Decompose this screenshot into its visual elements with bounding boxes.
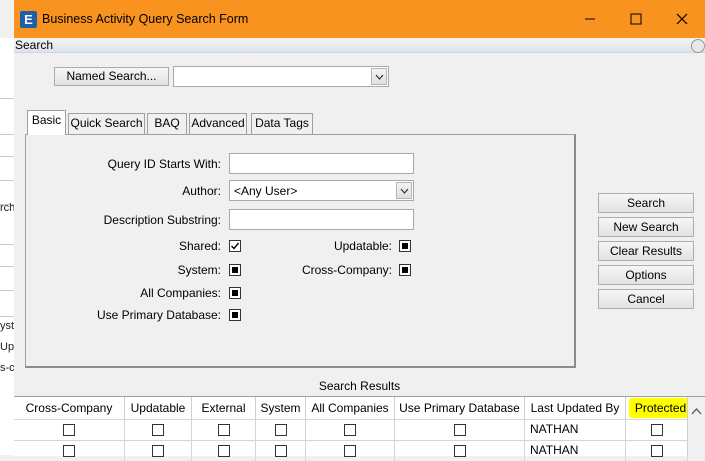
menu-search[interactable]: Search bbox=[15, 38, 53, 52]
tab-data-tags[interactable]: Data Tags bbox=[251, 113, 313, 134]
minimize-icon bbox=[585, 18, 595, 20]
row1-protected[interactable] bbox=[626, 419, 688, 440]
search-results-title: Search Results bbox=[318, 379, 401, 393]
row1-external[interactable] bbox=[192, 419, 256, 440]
menu-bar: Search bbox=[14, 38, 705, 53]
options-button[interactable]: Options bbox=[598, 265, 694, 285]
row1-all-companies[interactable] bbox=[306, 419, 395, 440]
row2-cross-company[interactable] bbox=[14, 440, 125, 461]
column-header-external[interactable]: External bbox=[192, 397, 256, 419]
row2-system[interactable] bbox=[256, 440, 306, 461]
new-search-button[interactable]: New Search bbox=[598, 217, 694, 237]
search-form-window: E Business Activity Query Search Form Se… bbox=[14, 0, 705, 461]
checkmark-icon bbox=[231, 242, 240, 250]
tab-baq[interactable]: BAQ bbox=[147, 113, 187, 134]
tab-quick-search[interactable]: Quick Search bbox=[68, 113, 145, 134]
cancel-button[interactable]: Cancel bbox=[598, 289, 694, 309]
cross-company-checkbox[interactable] bbox=[399, 264, 411, 276]
row2-updatable[interactable] bbox=[125, 440, 192, 461]
row1-use-primary-database[interactable] bbox=[395, 419, 525, 440]
window-title: Business Activity Query Search Form bbox=[42, 12, 249, 26]
author-value: <Any User> bbox=[234, 184, 298, 198]
use-primary-database-checkbox[interactable] bbox=[229, 309, 241, 321]
bg-text-3: Up bbox=[0, 341, 14, 353]
cross-company-label: Cross-Company: bbox=[301, 263, 392, 277]
column-header-updatable[interactable]: Updatable bbox=[125, 397, 192, 419]
author-combo[interactable]: <Any User> bbox=[229, 180, 414, 201]
query-id-input[interactable] bbox=[229, 153, 414, 174]
close-icon bbox=[676, 13, 688, 25]
row2-use-primary-database[interactable] bbox=[395, 440, 525, 461]
row1-system[interactable] bbox=[256, 419, 306, 440]
author-label: Author: bbox=[182, 184, 221, 198]
all-companies-checkbox[interactable] bbox=[229, 287, 241, 299]
bg-text-2: yst bbox=[0, 320, 14, 332]
close-button[interactable] bbox=[659, 0, 705, 38]
bg-text-4: s-c bbox=[0, 362, 14, 374]
scroll-up-arrow-icon[interactable] bbox=[688, 405, 705, 419]
help-icon[interactable] bbox=[691, 39, 705, 53]
updatable-checkbox[interactable] bbox=[399, 240, 411, 252]
description-input[interactable] bbox=[229, 209, 414, 230]
maximize-icon bbox=[630, 13, 642, 25]
description-label: Description Substring: bbox=[103, 213, 221, 227]
tab-basic[interactable]: Basic bbox=[27, 110, 66, 135]
system-checkbox[interactable] bbox=[229, 264, 241, 276]
background-app-strip: rch yst Up s-c bbox=[0, 38, 15, 455]
row1-last-updated-by[interactable]: NATHAN bbox=[525, 419, 626, 440]
query-id-label: Query ID Starts With: bbox=[107, 157, 221, 171]
column-header-cross-company[interactable]: Cross-Company bbox=[14, 397, 125, 419]
row2-last-updated-by[interactable]: NATHAN bbox=[525, 440, 626, 461]
all-companies-label: All Companies: bbox=[140, 286, 221, 300]
row2-external[interactable] bbox=[192, 440, 256, 461]
shared-checkbox[interactable] bbox=[229, 240, 241, 252]
column-header-system[interactable]: System bbox=[256, 397, 306, 419]
results-vertical-scrollbar[interactable] bbox=[687, 397, 705, 456]
column-header-all-companies[interactable]: All Companies bbox=[306, 397, 395, 419]
named-search-combo[interactable] bbox=[173, 66, 389, 87]
row1-cross-company[interactable] bbox=[14, 419, 125, 440]
epicor-app-icon: E bbox=[20, 11, 37, 28]
bg-text-1: rch bbox=[0, 202, 14, 214]
search-button[interactable]: Search bbox=[598, 193, 694, 213]
column-header-protected[interactable]: Protected bbox=[629, 398, 692, 418]
maximize-button[interactable] bbox=[613, 0, 659, 38]
column-header-last-updated-by[interactable]: Last Updated By bbox=[525, 397, 626, 419]
title-bar[interactable]: E Business Activity Query Search Form bbox=[14, 0, 705, 38]
results-grid: Cross-Company Updatable External System … bbox=[14, 396, 705, 461]
column-header-use-primary-database[interactable]: Use Primary Database bbox=[395, 397, 525, 419]
named-search-button[interactable]: Named Search... bbox=[54, 67, 169, 86]
chevron-down-icon[interactable] bbox=[396, 182, 412, 199]
updatable-label: Updatable: bbox=[333, 239, 392, 253]
row1-updatable[interactable] bbox=[125, 419, 192, 440]
row2-protected[interactable] bbox=[626, 440, 688, 461]
shared-label: Shared: bbox=[178, 239, 221, 253]
use-primary-database-label: Use Primary Database: bbox=[96, 308, 221, 322]
row2-all-companies[interactable] bbox=[306, 440, 395, 461]
tab-advanced[interactable]: Advanced bbox=[189, 113, 247, 134]
minimize-button[interactable] bbox=[567, 0, 613, 38]
system-label: System: bbox=[177, 263, 221, 277]
clear-results-button[interactable]: Clear Results bbox=[598, 241, 694, 261]
chevron-down-icon[interactable] bbox=[371, 68, 387, 85]
